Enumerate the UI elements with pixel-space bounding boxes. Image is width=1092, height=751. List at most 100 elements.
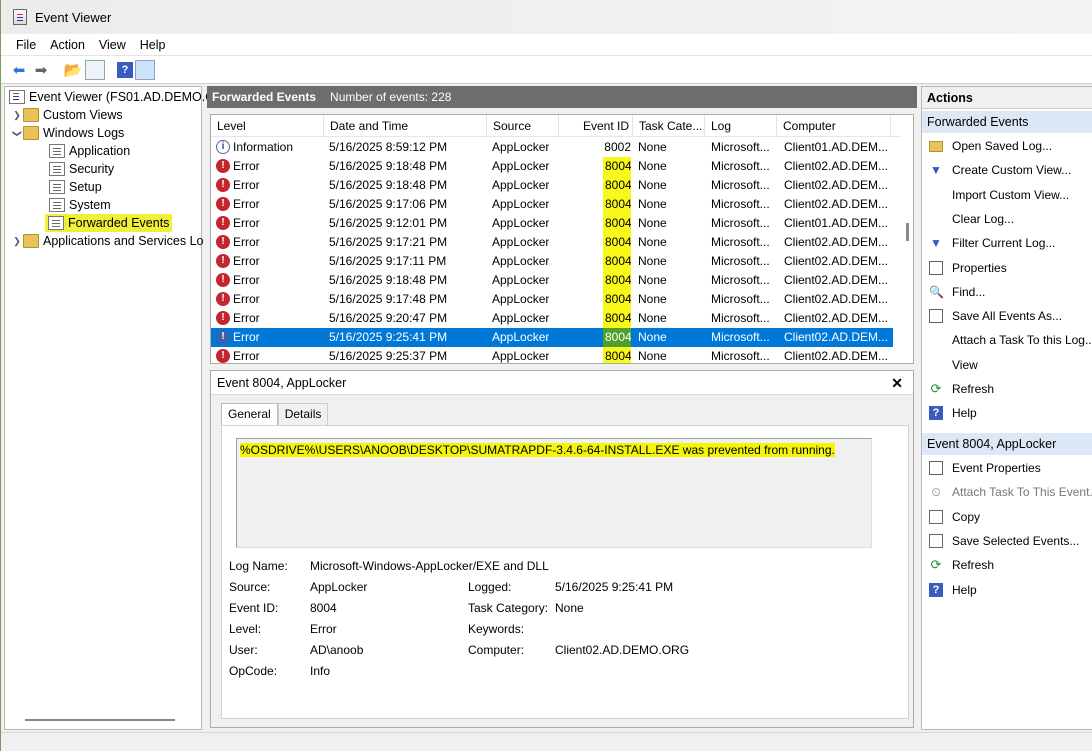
collapse-arrow-icon[interactable]: ❯ — [12, 127, 23, 139]
tab-details[interactable]: Details — [277, 403, 329, 425]
show-hide-tree-icon[interactable] — [85, 59, 105, 80]
col-task[interactable]: Task Cate... — [633, 115, 705, 137]
action-item[interactable]: Properties — [922, 257, 1092, 279]
forward-arrow-icon[interactable]: ➡ — [31, 60, 51, 80]
action-item[interactable]: Open Saved Log... — [922, 135, 1092, 157]
tree-log-forwarded-events[interactable]: Forwarded Events — [45, 214, 173, 232]
action-label: Refresh — [952, 558, 995, 573]
cell-log: Microsoft... — [711, 254, 770, 268]
action-item[interactable]: ▼ Filter Current Log... — [922, 232, 1092, 254]
tab-general[interactable]: General — [221, 403, 278, 425]
actions-group-forwarded-events[interactable]: Forwarded Events — [922, 111, 1092, 133]
menu-file[interactable]: File — [9, 38, 43, 52]
cell-task: None — [638, 197, 667, 211]
up-folder-icon[interactable]: 📂 — [63, 60, 83, 80]
action-item[interactable]: Save Selected Events... — [922, 530, 1092, 552]
event-viewer-window: Event Viewer File Action View Help ⬅ ➡ 📂… — [0, 0, 1092, 751]
col-log[interactable]: Log — [705, 115, 777, 137]
table-row[interactable]: ! Error 5/16/2025 9:25:37 PM AppLocker 8004 N… — [211, 347, 893, 363]
col-event-id[interactable]: Event ID — [559, 115, 633, 137]
table-row[interactable]: ! Error 5/16/2025 9:17:11 PM AppLocker 8004 N… — [211, 252, 893, 271]
action-item[interactable]: ▼ Create Custom View... — [922, 159, 1092, 181]
tree-custom-views[interactable]: ❯ Custom Views — [11, 106, 123, 124]
action-label: View — [952, 357, 978, 372]
table-row[interactable]: ! Error 5/16/2025 9:12:01 PM AppLocker 8004 N… — [211, 214, 893, 233]
table-row[interactable]: ! Error 5/16/2025 9:18:48 PM AppLocker 8004 N… — [211, 157, 893, 176]
tree-root-label: Event Viewer (FS01.AD.DEMO.OF — [29, 90, 223, 104]
table-row[interactable]: ! Error 5/16/2025 9:25:41 PM AppLocker 8004 N… — [211, 328, 893, 347]
table-row[interactable]: ! Error 5/16/2025 9:20:47 PM AppLocker 8004 N… — [211, 309, 893, 328]
folder-icon — [23, 108, 39, 122]
action-item[interactable]: Import Custom View... — [922, 184, 1092, 206]
tree-scrollbar[interactable] — [25, 719, 175, 721]
logged-value: 5/16/2025 9:25:41 PM — [555, 580, 674, 594]
table-row[interactable]: ! Error 5/16/2025 9:17:06 PM AppLocker 8004 N… — [211, 195, 893, 214]
col-level[interactable]: Level — [211, 115, 324, 137]
action-item[interactable]: ⏲ Attach Task To This Event... — [922, 481, 1092, 503]
action-item[interactable]: ⟳ Refresh — [922, 378, 1092, 400]
table-row[interactable]: ! Error 5/16/2025 9:18:48 PM AppLocker 8004 N… — [211, 271, 893, 290]
tree-apps-services-label: Applications and Services Lo — [43, 234, 204, 248]
col-source[interactable]: Source — [487, 115, 559, 137]
log-icon — [49, 180, 65, 194]
tree-log-application[interactable]: Application — [49, 142, 130, 160]
cell-date: 5/16/2025 9:17:21 PM — [329, 235, 448, 249]
action-item[interactable]: Save All Events As... — [922, 305, 1092, 327]
cell-computer: Client02.AD.DEM... — [784, 273, 889, 287]
tree-apps-services[interactable]: ❯ Applications and Services Lo — [11, 232, 204, 250]
action-item[interactable]: ? Help — [922, 402, 1092, 424]
cell-computer: Client02.AD.DEM... — [784, 254, 889, 268]
computer-label: Computer: — [468, 643, 525, 657]
cell-level: Error — [233, 197, 260, 211]
action-item[interactable]: ? Help — [922, 579, 1092, 601]
menu-view[interactable]: View — [92, 38, 133, 52]
tree-log-setup[interactable]: Setup — [49, 178, 102, 196]
user-label: User: — [229, 643, 258, 657]
event-message-box[interactable]: %OSDRIVE%\USERS\ANOOB\DESKTOP\SUMATRAPDF… — [236, 438, 872, 548]
grid-scrollbar[interactable] — [906, 223, 909, 241]
tree-log-security[interactable]: Security — [49, 160, 114, 178]
cell-source: AppLocker — [492, 311, 550, 325]
table-row[interactable]: ! Error 5/16/2025 9:17:21 PM AppLocker 8004 N… — [211, 233, 893, 252]
action-item[interactable]: Attach a Task To this Log... — [922, 329, 1092, 351]
close-icon[interactable]: ✕ — [891, 375, 903, 392]
table-row[interactable]: ! Error 5/16/2025 9:18:48 PM AppLocker 8004 N… — [211, 176, 893, 195]
expand-arrow-icon[interactable]: ❯ — [11, 110, 23, 121]
action-item[interactable]: Clear Log... — [922, 208, 1092, 230]
action-item[interactable]: Event Properties — [922, 457, 1092, 479]
cell-source: AppLocker — [492, 349, 550, 363]
tree-windows-logs[interactable]: ❯ Windows Logs — [11, 124, 124, 142]
action-item[interactable]: ⟳ Refresh — [922, 554, 1092, 576]
tree-root[interactable]: Event Viewer (FS01.AD.DEMO.OF — [9, 88, 223, 106]
menu-help[interactable]: Help — [133, 38, 173, 52]
col-computer[interactable]: Computer — [777, 115, 891, 137]
task-category-value: None — [555, 601, 584, 615]
view-icon-blank — [929, 358, 943, 372]
action-item[interactable]: View — [922, 354, 1092, 376]
attach-task-clock-icon: ⏲ — [931, 485, 941, 500]
cell-date: 5/16/2025 9:18:48 PM — [329, 178, 448, 192]
actions-group-event[interactable]: Event 8004, AppLocker — [922, 433, 1092, 455]
refresh-icon: ⟳ — [930, 381, 942, 396]
cell-task: None — [638, 311, 667, 325]
help-icon[interactable]: ? — [117, 61, 133, 78]
expand-arrow-icon[interactable]: ❯ — [11, 236, 23, 247]
toolbar-separator-2 — [107, 60, 115, 80]
cell-id: 8004 — [603, 176, 631, 195]
cell-task: None — [638, 292, 667, 306]
table-row[interactable]: i Information 5/16/2025 8:59:12 PM AppLocke… — [211, 138, 893, 157]
tree-log-label: Security — [69, 162, 115, 176]
tree-log-system[interactable]: System — [49, 196, 111, 214]
show-hide-action-pane-icon[interactable] — [135, 59, 155, 80]
col-date[interactable]: Date and Time — [324, 115, 487, 137]
table-row[interactable]: ! Error 5/16/2025 9:17:48 PM AppLocker 8004 N… — [211, 290, 893, 309]
menu-action[interactable]: Action — [43, 38, 92, 52]
properties-icon — [929, 260, 943, 275]
cell-computer: Client02.AD.DEM... — [784, 330, 889, 344]
action-item[interactable]: 🔍 Find... — [922, 281, 1092, 303]
error-icon: ! — [216, 235, 230, 249]
cell-task: None — [638, 254, 667, 268]
action-item[interactable]: Copy — [922, 506, 1092, 528]
back-arrow-icon[interactable]: ⬅ — [9, 60, 29, 80]
menu-bar: File Action View Help — [1, 34, 1092, 56]
